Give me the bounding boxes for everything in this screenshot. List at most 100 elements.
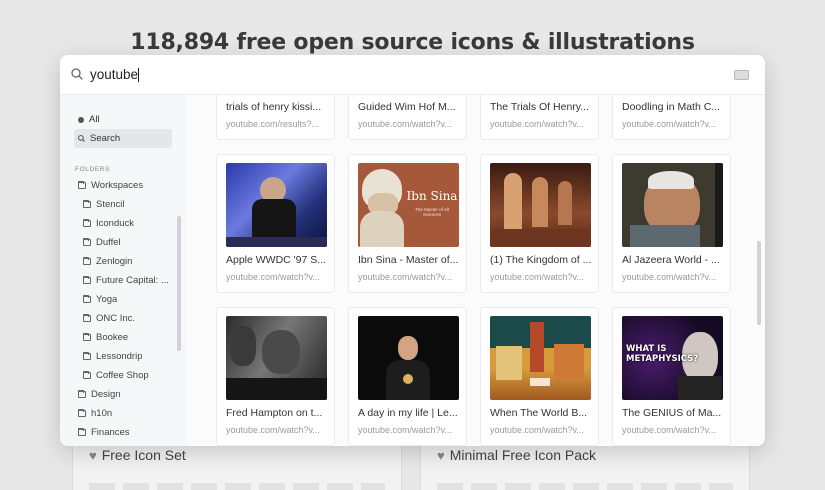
result-card[interactable]: Al Jazeera World - ... youtube.com/watch?… [612, 154, 731, 293]
heart-icon[interactable]: ♥ [437, 448, 445, 463]
sidebar: All Search FOLDERS Workspaces Stencil Icon… [60, 95, 186, 446]
folder-list: Workspaces Stencil Iconduck Duffel Zenlogin F… [60, 176, 180, 442]
folder-label: Zenlogin [96, 256, 133, 267]
folder-label: Workspaces [91, 180, 144, 191]
folder-item[interactable]: Coffee Shop [60, 366, 180, 385]
video-thumbnail[interactable]: Ibn Sina The Master of All Sciences [358, 163, 459, 247]
result-card[interactable]: trials of henry kissi... youtube.com/resu… [216, 95, 335, 140]
result-url: youtube.com/watch?v... [358, 119, 452, 129]
video-thumbnail[interactable] [490, 316, 591, 400]
folder-item[interactable]: Design [60, 385, 180, 404]
folder-icon [83, 200, 91, 208]
result-card[interactable]: WHAT IS METAPHYSICS? The GENIUS of Ma... y… [612, 307, 731, 446]
search-modal: youtube All Search FOLDERS Workspaces Ste… [60, 55, 765, 446]
video-thumbnail[interactable]: WHAT IS METAPHYSICS? [622, 316, 723, 400]
folder-icon [83, 276, 91, 284]
folder-label: Stencil [96, 199, 125, 210]
folder-label: Finances [91, 427, 130, 438]
text-cursor [138, 68, 140, 83]
search-input[interactable]: youtube [90, 65, 690, 85]
folder-item[interactable]: Finances [60, 423, 180, 442]
result-card[interactable]: Fred Hampton on t... youtube.com/watch?v.… [216, 307, 335, 446]
folder-icon [78, 428, 86, 436]
video-thumbnail[interactable] [490, 163, 591, 247]
result-title: Fred Hampton on t... [226, 407, 323, 419]
thumb-subcaption: The Master of All Sciences [415, 207, 449, 217]
result-card[interactable]: Ibn Sina The Master of All Sciences Ibn Si… [348, 154, 467, 293]
results-panel: trials of henry kissi... youtube.com/resu… [186, 95, 765, 446]
folder-item[interactable]: Zenlogin [60, 252, 180, 271]
result-card[interactable]: A day in my life | Le... youtube.com/watc… [348, 307, 467, 446]
folder-icon [78, 181, 86, 189]
thumb-caption: Ibn Sina [406, 189, 458, 203]
result-title: trials of henry kissi... [226, 101, 322, 113]
result-title: A day in my life | Le... [358, 407, 458, 419]
folder-icon [83, 219, 91, 227]
result-title: Guided Wim Hof M... [358, 101, 456, 113]
folder-item[interactable]: h10n [60, 404, 180, 423]
folders-heading: FOLDERS [75, 166, 110, 173]
folder-icon [83, 352, 91, 360]
search-bar: youtube [60, 55, 765, 95]
folder-label: Design [91, 389, 121, 400]
video-thumbnail[interactable] [226, 163, 327, 247]
result-title: Ibn Sina - Master of... [358, 254, 459, 266]
results-grid: trials of henry kissi... youtube.com/resu… [216, 95, 731, 446]
icon-set-title: Minimal Free Icon Pack [449, 447, 596, 463]
result-url: youtube.com/watch?v... [622, 425, 716, 435]
result-title: (1) The Kingdom of ... [490, 254, 591, 266]
sidebar-item-search[interactable]: Search [74, 129, 172, 148]
folder-icon [83, 333, 91, 341]
folder-item[interactable]: Future Capital: ... [60, 271, 180, 290]
video-thumbnail[interactable] [622, 163, 723, 247]
folder-item[interactable]: Bookee [60, 328, 180, 347]
folder-label: Yoga [96, 294, 118, 305]
result-card[interactable]: (1) The Kingdom of ... youtube.com/watch?… [480, 154, 599, 293]
result-title: Al Jazeera World - ... [622, 254, 720, 266]
result-url: youtube.com/watch?v... [226, 272, 320, 282]
results-scrollbar[interactable] [757, 241, 761, 325]
folder-item[interactable]: Lessondrip [60, 347, 180, 366]
icon-preview-strip [89, 483, 385, 490]
folder-item[interactable]: Workspaces [60, 176, 180, 195]
folder-label: Coffee Shop [96, 370, 149, 381]
sidebar-item-label: All [89, 114, 100, 125]
sidebar-scrollbar[interactable] [177, 216, 181, 351]
video-thumbnail[interactable] [358, 316, 459, 400]
result-url: youtube.com/watch?v... [358, 425, 452, 435]
result-card[interactable]: The Trials Of Henry... youtube.com/watch?… [480, 95, 599, 140]
search-icon [78, 135, 85, 142]
folder-item[interactable]: Stencil [60, 195, 180, 214]
result-card[interactable]: When The World B... youtube.com/watch?v..… [480, 307, 599, 446]
result-url: youtube.com/watch?v... [490, 272, 584, 282]
folder-icon [83, 295, 91, 303]
search-query: youtube [90, 67, 139, 82]
result-card[interactable]: Apple WWDC '97 S... youtube.com/watch?v..… [216, 154, 335, 293]
sidebar-item-all[interactable]: All [74, 110, 172, 129]
folder-icon [83, 314, 91, 322]
keyboard-icon[interactable] [734, 70, 749, 80]
folder-item[interactable]: Yoga [60, 290, 180, 309]
heart-icon[interactable]: ♥ [89, 448, 97, 463]
folder-icon [78, 409, 86, 417]
folder-item[interactable]: Duffel [60, 233, 180, 252]
result-title: Doodling in Math C... [622, 101, 721, 113]
result-card[interactable]: Guided Wim Hof M... youtube.com/watch?v..… [348, 95, 467, 140]
sidebar-item-label: Search [90, 133, 121, 144]
result-url: youtube.com/watch?v... [490, 119, 584, 129]
result-title: When The World B... [490, 407, 588, 419]
folder-item[interactable]: ONC Inc. [60, 309, 180, 328]
folder-icon [83, 238, 91, 246]
result-url: youtube.com/watch?v... [622, 272, 716, 282]
video-thumbnail[interactable] [226, 316, 327, 400]
page-headline: 118,894 free open source icons & illustr… [130, 30, 695, 55]
result-title: The GENIUS of Ma... [622, 407, 722, 419]
folder-label: h10n [91, 408, 113, 419]
folder-icon [78, 390, 86, 398]
search-icon [71, 68, 83, 80]
folder-item[interactable]: Iconduck [60, 214, 180, 233]
folder-label: ONC Inc. [96, 313, 136, 324]
icon-preview-strip [437, 483, 733, 490]
result-card[interactable]: Doodling in Math C... youtube.com/watch?v… [612, 95, 731, 140]
icon-set-title: Free Icon Set [101, 447, 186, 463]
